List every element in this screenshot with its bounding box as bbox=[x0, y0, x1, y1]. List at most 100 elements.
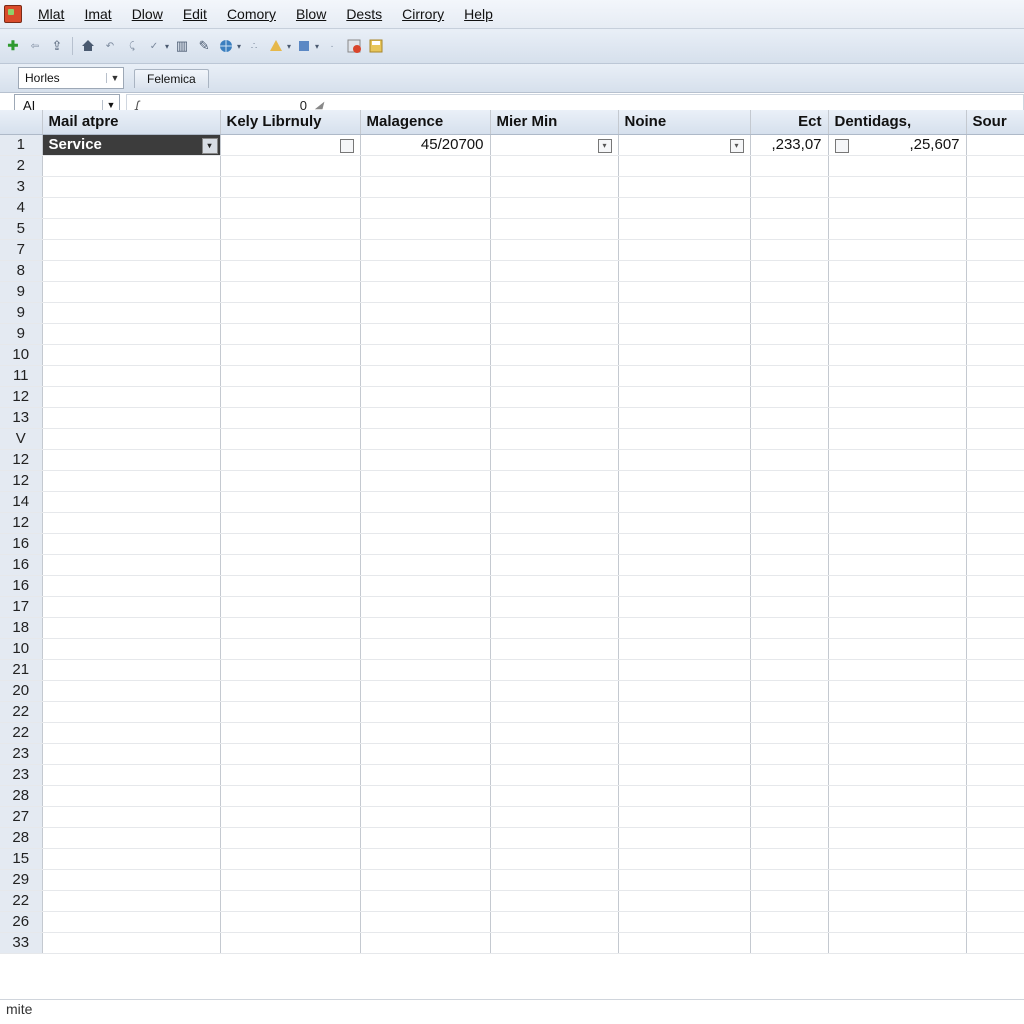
cell[interactable] bbox=[42, 890, 220, 911]
cell[interactable] bbox=[828, 386, 966, 407]
cell[interactable] bbox=[618, 575, 750, 596]
cell[interactable] bbox=[750, 932, 828, 953]
cell[interactable] bbox=[828, 764, 966, 785]
cell[interactable] bbox=[220, 932, 360, 953]
cell[interactable] bbox=[490, 470, 618, 491]
cell[interactable] bbox=[618, 785, 750, 806]
cell[interactable] bbox=[966, 533, 1024, 554]
cell[interactable] bbox=[360, 932, 490, 953]
cell[interactable] bbox=[618, 470, 750, 491]
chevron-down-icon[interactable]: ▼ bbox=[102, 100, 119, 110]
chevron-down-icon[interactable]: ▾ bbox=[315, 42, 319, 51]
cell[interactable] bbox=[220, 197, 360, 218]
col-header[interactable]: Kely Librnuly bbox=[220, 110, 360, 134]
cell[interactable] bbox=[828, 890, 966, 911]
row-number[interactable]: 28 bbox=[0, 827, 42, 848]
cell[interactable] bbox=[220, 134, 360, 155]
row-number[interactable]: 29 bbox=[0, 869, 42, 890]
row-number[interactable]: 16 bbox=[0, 533, 42, 554]
cell[interactable] bbox=[828, 911, 966, 932]
cell[interactable] bbox=[490, 281, 618, 302]
cell[interactable] bbox=[828, 176, 966, 197]
cell[interactable] bbox=[618, 260, 750, 281]
cell[interactable] bbox=[220, 890, 360, 911]
cell[interactable] bbox=[42, 806, 220, 827]
cell[interactable] bbox=[828, 743, 966, 764]
select-all-corner[interactable] bbox=[0, 110, 42, 134]
cell[interactable] bbox=[618, 449, 750, 470]
cell[interactable] bbox=[490, 197, 618, 218]
cell[interactable] bbox=[42, 659, 220, 680]
cell[interactable] bbox=[750, 302, 828, 323]
cell[interactable] bbox=[828, 260, 966, 281]
cell[interactable] bbox=[618, 554, 750, 575]
cell[interactable] bbox=[618, 491, 750, 512]
cell[interactable] bbox=[42, 512, 220, 533]
row-number[interactable]: 21 bbox=[0, 659, 42, 680]
cell[interactable] bbox=[618, 428, 750, 449]
cell[interactable] bbox=[490, 239, 618, 260]
cell[interactable] bbox=[828, 596, 966, 617]
home-up-icon[interactable]: ⇪ bbox=[48, 37, 66, 55]
cell[interactable] bbox=[220, 323, 360, 344]
cell[interactable] bbox=[490, 449, 618, 470]
cell[interactable] bbox=[750, 512, 828, 533]
cell[interactable] bbox=[750, 386, 828, 407]
cell[interactable] bbox=[828, 533, 966, 554]
cell[interactable] bbox=[828, 449, 966, 470]
cell[interactable] bbox=[360, 575, 490, 596]
cell[interactable] bbox=[42, 533, 220, 554]
cell[interactable] bbox=[966, 407, 1024, 428]
cell[interactable] bbox=[220, 806, 360, 827]
cell[interactable] bbox=[490, 407, 618, 428]
cell[interactable] bbox=[42, 680, 220, 701]
cell[interactable] bbox=[490, 680, 618, 701]
row-number[interactable]: 16 bbox=[0, 575, 42, 596]
row-number[interactable]: 12 bbox=[0, 470, 42, 491]
cell[interactable] bbox=[360, 533, 490, 554]
cell[interactable] bbox=[490, 260, 618, 281]
cell[interactable] bbox=[360, 659, 490, 680]
cell[interactable] bbox=[618, 323, 750, 344]
row-number[interactable]: 26 bbox=[0, 911, 42, 932]
dots-icon[interactable]: ∴ bbox=[245, 37, 263, 55]
nav-back-icon[interactable]: ⇦ bbox=[26, 37, 44, 55]
menu-blow[interactable]: Blow bbox=[286, 5, 336, 23]
cell[interactable] bbox=[618, 701, 750, 722]
cell[interactable] bbox=[966, 701, 1024, 722]
row-number[interactable]: 9 bbox=[0, 281, 42, 302]
cell[interactable] bbox=[750, 890, 828, 911]
cell[interactable] bbox=[750, 638, 828, 659]
cell[interactable] bbox=[42, 470, 220, 491]
cell[interactable] bbox=[966, 932, 1024, 953]
cell[interactable] bbox=[828, 827, 966, 848]
cell[interactable] bbox=[966, 512, 1024, 533]
cell[interactable] bbox=[490, 785, 618, 806]
cell[interactable] bbox=[750, 659, 828, 680]
cell[interactable] bbox=[220, 869, 360, 890]
cell[interactable] bbox=[966, 806, 1024, 827]
cell[interactable] bbox=[966, 281, 1024, 302]
row-number[interactable]: 12 bbox=[0, 512, 42, 533]
cell[interactable] bbox=[966, 743, 1024, 764]
cell[interactable] bbox=[966, 722, 1024, 743]
cell[interactable] bbox=[490, 932, 618, 953]
row-number[interactable]: 8 bbox=[0, 260, 42, 281]
cell[interactable] bbox=[618, 239, 750, 260]
cell[interactable] bbox=[490, 743, 618, 764]
cell[interactable] bbox=[750, 806, 828, 827]
cell[interactable] bbox=[360, 239, 490, 260]
cell[interactable] bbox=[360, 554, 490, 575]
cell[interactable] bbox=[750, 827, 828, 848]
cell[interactable] bbox=[360, 827, 490, 848]
row-number[interactable]: 27 bbox=[0, 806, 42, 827]
cell[interactable] bbox=[966, 827, 1024, 848]
cell[interactable] bbox=[828, 323, 966, 344]
row-number[interactable]: 5 bbox=[0, 218, 42, 239]
dropdown-icon[interactable]: ▾ bbox=[598, 139, 612, 153]
cell[interactable] bbox=[42, 155, 220, 176]
cell[interactable] bbox=[828, 575, 966, 596]
cell[interactable] bbox=[220, 638, 360, 659]
cell[interactable] bbox=[42, 722, 220, 743]
row-number[interactable]: 22 bbox=[0, 701, 42, 722]
